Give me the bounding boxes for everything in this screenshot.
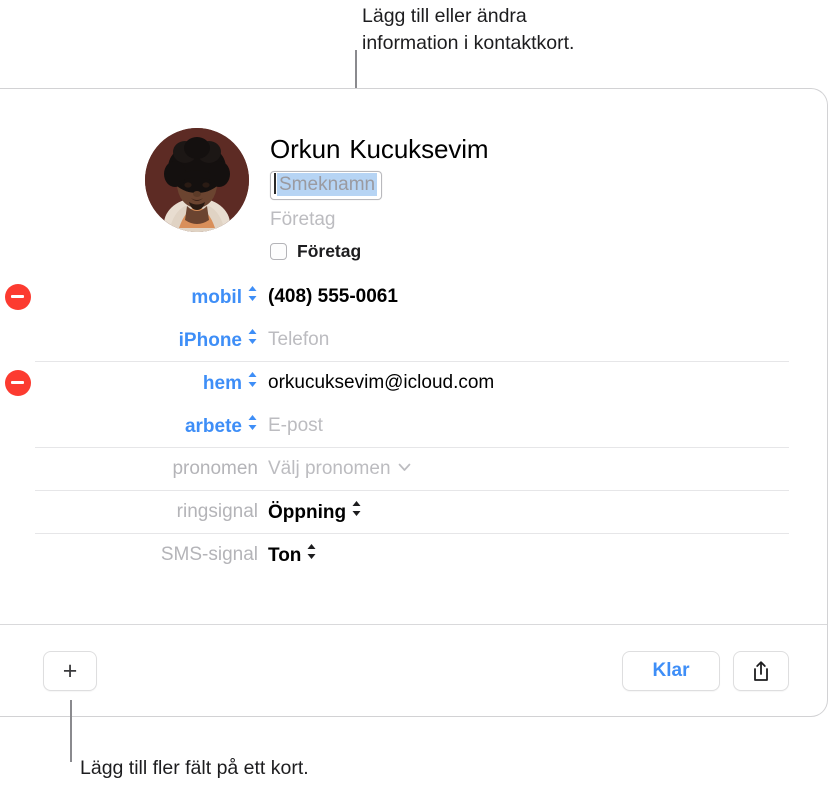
remove-field-cell xyxy=(0,283,35,310)
chevron-down-icon xyxy=(398,463,410,471)
last-name: Kucuksevim xyxy=(349,134,489,164)
field-label[interactable]: arbete xyxy=(35,414,268,438)
contact-full-name[interactable]: Orkun Kucuksevim xyxy=(270,133,790,165)
field-value-text: Välj pronomen xyxy=(268,457,391,479)
field-value-chevron[interactable] xyxy=(398,463,411,472)
avatar[interactable] xyxy=(145,128,249,232)
nickname-input[interactable]: Smeknamn xyxy=(270,171,383,200)
stepper-icon xyxy=(248,371,257,387)
remove-field-button[interactable] xyxy=(4,369,31,396)
field-value-text: Öppning xyxy=(268,501,347,523)
add-field-button[interactable]: + xyxy=(43,651,97,691)
minus-icon xyxy=(11,295,24,298)
field-label-text: arbete xyxy=(184,415,242,437)
field-label-text: hem xyxy=(202,372,242,394)
field-value[interactable]: Telefon xyxy=(268,329,827,351)
toolbar-right-group: Klar xyxy=(622,651,789,691)
field-label-text: SMS-signal xyxy=(160,543,258,565)
contact-field-row[interactable]: iPhone Telefon xyxy=(0,318,827,361)
contact-card-header: Orkun Kucuksevim Smeknamn Företag Företa… xyxy=(0,89,827,275)
company-checkbox-label: Företag xyxy=(297,241,362,261)
field-value-text: orkucuksevim@icloud.com xyxy=(268,371,495,393)
field-value-text: Ton xyxy=(268,544,302,566)
field-label[interactable]: mobil xyxy=(35,285,268,309)
field-value[interactable]: E-post xyxy=(268,415,827,437)
field-value-stepper[interactable] xyxy=(351,500,362,517)
field-value-text: E-post xyxy=(268,414,323,436)
text-cursor xyxy=(274,173,276,194)
field-value-stepper[interactable] xyxy=(306,543,317,560)
field-label-text: mobil xyxy=(191,286,242,308)
field-label[interactable]: iPhone xyxy=(35,328,268,352)
company-checkbox[interactable] xyxy=(270,243,287,260)
remove-field-button[interactable] xyxy=(4,283,31,310)
field-value[interactable]: Öppning xyxy=(268,500,827,524)
share-button[interactable] xyxy=(733,651,789,691)
field-label-stepper[interactable] xyxy=(247,328,258,345)
stepper-icon xyxy=(248,328,257,344)
callout-text-bottom: Lägg till fler fält på ett kort. xyxy=(80,757,309,779)
done-button[interactable]: Klar xyxy=(622,651,720,691)
field-label[interactable]: hem xyxy=(35,371,268,395)
field-value[interactable]: orkucuksevim@icloud.com xyxy=(268,372,827,394)
contact-fields-list: mobil (408) 555-0061 iPhone Telefon hem orkuc… xyxy=(0,275,827,576)
field-label-stepper[interactable] xyxy=(247,285,258,302)
nickname-placeholder: Smeknamn xyxy=(277,173,378,196)
card-toolbar: + Klar xyxy=(0,625,827,716)
stepper-icon xyxy=(352,500,361,516)
field-label-stepper[interactable] xyxy=(247,371,258,388)
stepper-icon xyxy=(307,543,316,559)
contact-field-row[interactable]: mobil (408) 555-0061 xyxy=(0,275,827,318)
field-label[interactable]: pronomen xyxy=(35,458,268,480)
field-value-text: Telefon xyxy=(268,328,330,350)
field-label[interactable]: SMS-signal xyxy=(35,544,268,566)
field-value[interactable]: (408) 555-0061 xyxy=(268,286,827,308)
contact-field-row[interactable]: arbete E-post xyxy=(0,404,827,447)
remove-field-cell xyxy=(0,369,35,396)
field-value[interactable]: Välj pronomen xyxy=(268,458,827,480)
field-label-stepper[interactable] xyxy=(247,414,258,431)
contact-field-row[interactable]: pronomen Välj pronomen xyxy=(0,447,827,490)
stepper-icon xyxy=(248,285,257,301)
company-input[interactable]: Företag xyxy=(270,208,790,232)
company-checkbox-row[interactable]: Företag xyxy=(270,241,790,262)
field-label-text: ringsignal xyxy=(176,500,258,522)
contact-field-row[interactable]: SMS-signal Ton xyxy=(0,533,827,576)
contact-field-row[interactable]: ringsignal Öppning xyxy=(0,490,827,533)
callout-leader-line-bottom xyxy=(70,700,72,762)
contact-field-row[interactable]: hem orkucuksevim@icloud.com xyxy=(0,361,827,404)
field-label[interactable]: ringsignal xyxy=(35,501,268,523)
field-value[interactable]: Ton xyxy=(268,543,827,567)
first-name: Orkun xyxy=(270,134,341,164)
field-label-text: iPhone xyxy=(178,329,242,351)
field-value-text: (408) 555-0061 xyxy=(268,285,398,307)
field-label-text: pronomen xyxy=(172,457,258,479)
name-block: Orkun Kucuksevim Smeknamn Företag Företa… xyxy=(270,133,790,262)
share-icon xyxy=(754,661,768,681)
minus-icon xyxy=(11,381,24,384)
avatar-photo xyxy=(145,128,249,232)
contact-card: Orkun Kucuksevim Smeknamn Företag Företa… xyxy=(0,88,828,717)
stepper-icon xyxy=(248,414,257,430)
callout-text-top: Lägg till eller ändra information i kont… xyxy=(362,5,575,54)
